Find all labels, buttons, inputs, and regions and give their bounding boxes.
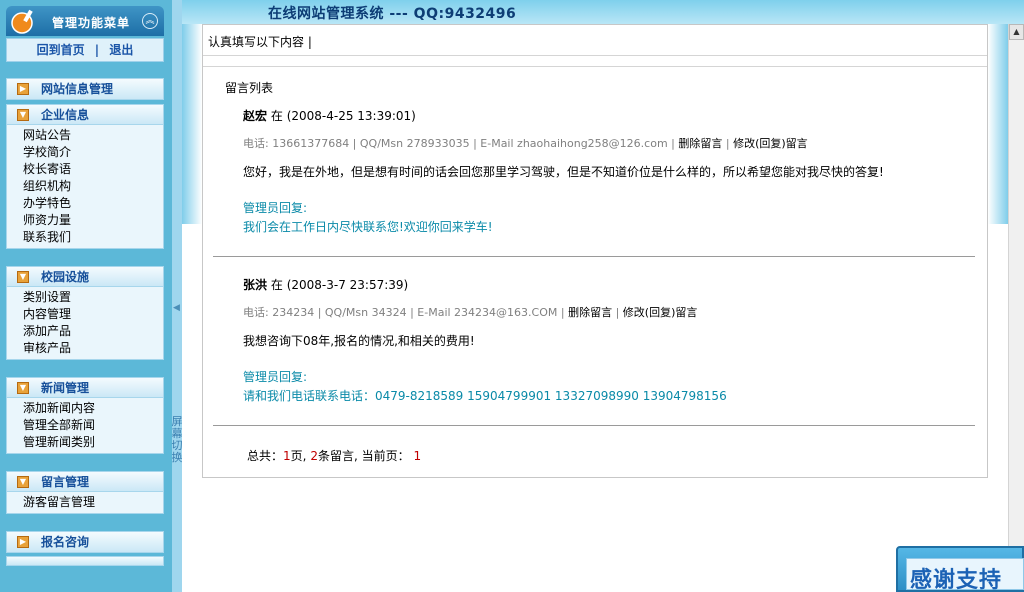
contact-row: 电话: 13661377684 | QQ/Msn 278933035 | E-M… (243, 135, 943, 153)
menu-item[interactable]: 联系我们 (23, 229, 163, 246)
post-time: (2008-3-7 23:57:39) (286, 278, 409, 292)
menu-group-messages: ▼ 留言管理 游客留言管理 (6, 471, 164, 514)
badge-text: 感谢支持 (910, 568, 1003, 592)
link-separator: | (725, 137, 730, 150)
menu-item[interactable]: 管理新闻类别 (23, 434, 163, 451)
link-separator: | (615, 306, 620, 319)
frame-edge-left (182, 24, 202, 224)
edit-reply-link[interactable]: 修改(回复)留言 (623, 306, 698, 319)
arrow-down-icon: ▼ (17, 382, 29, 394)
sidebar-splitter[interactable]: ◀ 屏幕切换 (172, 0, 183, 592)
home-link[interactable]: 回到首页 (37, 43, 85, 57)
menu-item[interactable]: 审核产品 (23, 340, 163, 357)
group-header[interactable]: ▼ 企业信息 (7, 105, 163, 125)
notice-text: 认真填写以下内容 | (208, 35, 312, 49)
main-frame: 认真填写以下内容 | 留言列表 赵宏 在 (2008-4-25 13:39:01… (182, 24, 1008, 592)
menu-item[interactable]: 组织机构 (23, 178, 163, 195)
arrow-right-icon: ▶ (17, 83, 29, 95)
site-info-menu[interactable]: ▶ 网站信息管理 (6, 78, 164, 100)
contact-info: 电话: 13661377684 | QQ/Msn 278933035 | E-M… (243, 137, 675, 150)
reply-label: 管理员回复: (243, 201, 308, 215)
menu-item[interactable]: 类别设置 (23, 289, 163, 306)
sidebar-links: 回到首页 | 退出 (6, 38, 164, 62)
message-count: 2 (310, 449, 318, 463)
group-header[interactable]: ▼ 校园设施 (7, 267, 163, 287)
menu-item[interactable]: 添加新闻内容 (23, 400, 163, 417)
reply-text: 请和我们电话联系电话：0479-8218589 15904799901 1332… (243, 389, 727, 403)
group-header[interactable]: ▼ 留言管理 (7, 472, 163, 492)
menu-item[interactable]: 校长寄语 (23, 161, 163, 178)
menu-item[interactable]: 添加产品 (23, 323, 163, 340)
thanks-badge: 感谢支持 (896, 546, 1024, 592)
list-title: 留言列表 (225, 81, 274, 95)
brush-icon (11, 9, 33, 34)
menu-item[interactable]: 网站公告 (23, 127, 163, 144)
sidebar: 管理功能菜单 ︽ 回到首页 | 退出 ▶ 网站信息管理 ▼ 企业信息 网站公告 … (0, 0, 172, 592)
link-separator: | (94, 43, 100, 57)
divider (203, 55, 987, 56)
menu-group-news: ▼ 新闻管理 添加新闻内容 管理全部新闻 管理新闻类别 (6, 377, 164, 454)
group-title: 报名咨询 (41, 535, 90, 549)
pager-prefix: 总共： (247, 449, 284, 463)
entry-divider (213, 256, 975, 257)
contact-row: 电话: 234234 | QQ/Msn 34324 | E-Mail 23423… (243, 304, 943, 322)
sidebar-title: 管理功能菜单 (52, 16, 131, 30)
top-bar: 在线网站管理系统 --- QQ:9432496 (182, 0, 1024, 24)
frame-edge-right (988, 24, 1008, 224)
triangle-up-icon[interactable]: ▲ (1009, 24, 1024, 40)
edit-reply-link[interactable]: 修改(回复)留言 (733, 137, 808, 150)
arrow-down-icon: ▼ (17, 476, 29, 488)
logout-link[interactable]: 退出 (109, 43, 133, 57)
author-name: 赵宏 (243, 109, 268, 123)
message-panel: 认真填写以下内容 | 留言列表 赵宏 在 (2008-4-25 13:39:01… (202, 24, 988, 478)
menu-group-campus: ▼ 校园设施 类别设置 内容管理 添加产品 审核产品 (6, 266, 164, 360)
pager-count-suffix: 条留言, (317, 449, 358, 463)
sidebar-header: 管理功能菜单 ︽ (6, 6, 164, 36)
delete-message-link[interactable]: 删除留言 (678, 137, 722, 150)
contact-info: 电话: 234234 | QQ/Msn 34324 | E-Mail 23423… (243, 306, 565, 319)
menu-group-partial (6, 556, 164, 566)
pager: 总共：1页, 2条留言, 当前页： 1 (247, 447, 421, 464)
menu-item[interactable]: 师资力量 (23, 212, 163, 229)
group-title: 校园设施 (41, 270, 90, 284)
pager-current-prefix: 当前页： (361, 449, 410, 463)
group-title: 新闻管理 (41, 381, 90, 395)
menu-item[interactable]: 游客留言管理 (23, 494, 163, 511)
menu-item[interactable]: 学校简介 (23, 144, 163, 161)
divider (203, 66, 987, 67)
reply-label: 管理员回复: (243, 370, 308, 384)
triangle-left-icon[interactable]: ◀ (173, 302, 181, 314)
delete-message-link[interactable]: 删除留言 (568, 306, 612, 319)
page-count: 1 (283, 449, 291, 463)
arrow-right-icon: ▶ (17, 536, 29, 548)
group-title: 留言管理 (41, 475, 90, 489)
system-title: 在线网站管理系统 --- QQ:9432496 (268, 6, 517, 22)
menu-item[interactable]: 管理全部新闻 (23, 417, 163, 434)
message-text: 您好，我是在外地，但是想有时间的话会回您那里学习驾驶，但是不知道价位是什么样的，… (243, 165, 884, 179)
arrow-down-icon: ▼ (17, 271, 29, 283)
menu-group-enroll[interactable]: ▶ 报名咨询 (6, 531, 164, 553)
at-label: 在 (270, 109, 283, 123)
message-text: 我想咨询下08年,报名的情况,和相关的费用! (243, 334, 475, 348)
current-page: 1 (413, 449, 422, 463)
at-label: 在 (270, 278, 283, 292)
badge-inner: 感谢支持 (906, 558, 1024, 592)
group-title: 企业信息 (41, 108, 90, 122)
menu-item[interactable]: 内容管理 (23, 306, 163, 323)
menu-group-company: ▼ 企业信息 网站公告 学校简介 校长寄语 组织机构 办学特色 师资力量 联系我… (6, 104, 164, 249)
reply-text: 我们会在工作日内尽快联系您!欢迎你回来学车! (243, 220, 493, 234)
entry-divider (213, 425, 975, 426)
double-chevron-up-icon[interactable]: ︽ (142, 13, 158, 29)
menu-item[interactable]: 办学特色 (23, 195, 163, 212)
message-entry: 张洪 在 (2008-3-7 23:57:39) 电话: 234234 | QQ… (243, 276, 943, 404)
group-header[interactable]: ▼ 新闻管理 (7, 378, 163, 398)
vertical-scrollbar[interactable]: ▲ (1008, 24, 1024, 592)
post-time: (2008-4-25 13:39:01) (286, 109, 416, 123)
pager-pages-suffix: 页, (290, 449, 307, 463)
message-entry: 赵宏 在 (2008-4-25 13:39:01) 电话: 1366137768… (243, 107, 943, 235)
site-info-label: 网站信息管理 (41, 82, 114, 96)
arrow-down-icon: ▼ (17, 109, 29, 121)
author-name: 张洪 (243, 278, 268, 292)
